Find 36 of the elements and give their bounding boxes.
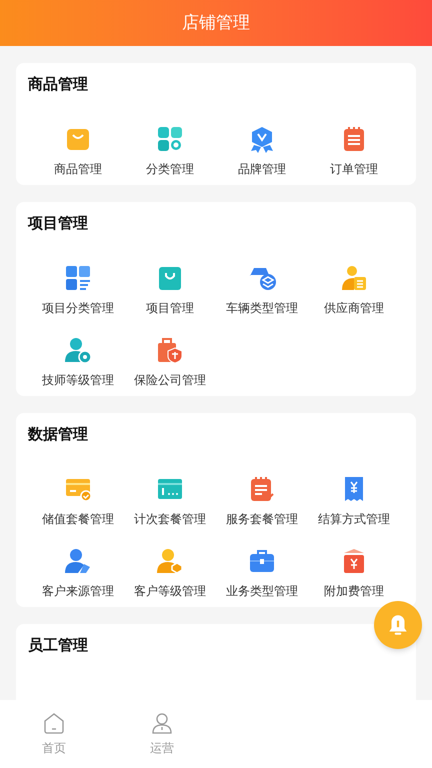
section-title: 数据管理 [28, 424, 88, 445]
notepad-check-icon [248, 475, 276, 503]
menu-item[interactable]: 订单管理 [330, 161, 378, 177]
menu-item[interactable]: 分类管理 [146, 161, 194, 177]
menu-item[interactable]: 业务类型管理 [226, 583, 298, 599]
person-pen-icon [64, 547, 92, 575]
menu-item[interactable]: 储值套餐管理 [42, 511, 114, 527]
menu-item[interactable]: 项目管理 [146, 300, 194, 316]
menu-item[interactable]: 商品管理 [54, 161, 102, 177]
ribbon-badge-icon [248, 125, 276, 153]
person-list-icon [340, 264, 368, 292]
grid-search-icon [156, 125, 184, 153]
section-title: 项目管理 [28, 214, 88, 234]
menu-item[interactable]: 供应商管理 [324, 300, 384, 316]
menu-item[interactable]: 结算方式管理 [318, 511, 390, 527]
header-title: 店铺管理 [182, 12, 250, 34]
person-icon [150, 711, 174, 735]
menu-item[interactable]: 项目分类管理 [42, 300, 114, 316]
menu-item[interactable]: 客户等级管理 [134, 583, 206, 599]
menu-item[interactable]: 技师等级管理 [42, 372, 114, 388]
menu-item[interactable]: 计次套餐管理 [134, 511, 206, 527]
suitcase-shield-icon [156, 336, 184, 364]
layout-grid-icon [64, 264, 92, 292]
person-badge-icon [156, 547, 184, 575]
menu-item[interactable]: 服务套餐管理 [226, 511, 298, 527]
person-gear-icon [64, 336, 92, 364]
briefcase-icon [248, 547, 276, 575]
section-title: 员工管理 [28, 636, 88, 656]
menu-item[interactable]: 品牌管理 [238, 161, 286, 177]
menu-item[interactable]: 客户来源管理 [42, 583, 114, 599]
menu-item[interactable]: 保险公司管理 [134, 372, 206, 388]
shopping-bag-icon [156, 264, 184, 292]
section-title: 商品管理 [28, 74, 88, 95]
menu-item[interactable]: 附加费管理 [324, 583, 384, 599]
menu-item[interactable]: 车辆类型管理 [226, 300, 298, 316]
home-icon [42, 711, 66, 735]
